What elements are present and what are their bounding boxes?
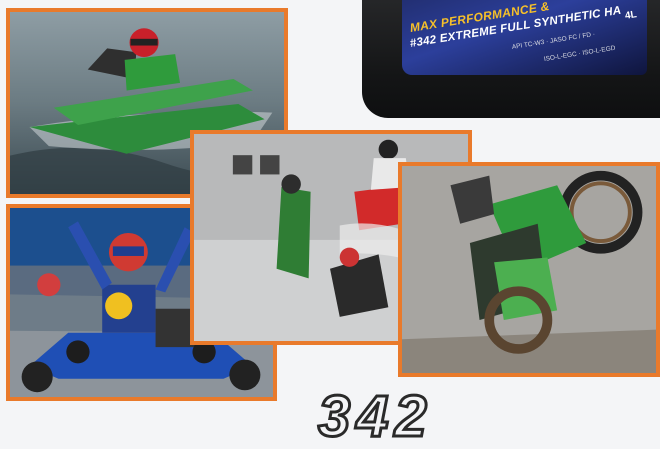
spec-line-1: API TC-W3 · JASO FC / FD · xyxy=(511,30,596,51)
oil-bottle-image: 4L MAX PERFORMANCE & #342 EXTREME FULL S… xyxy=(362,0,660,118)
product-label: 4L MAX PERFORMANCE & #342 EXTREME FULL S… xyxy=(402,0,647,75)
volume-text: 4L xyxy=(624,9,638,22)
spec-line-2: ISO-L-EGC · ISO-L-EGD xyxy=(543,44,616,63)
motocross-photo xyxy=(398,162,660,377)
model-number-text: 342 xyxy=(317,384,433,449)
